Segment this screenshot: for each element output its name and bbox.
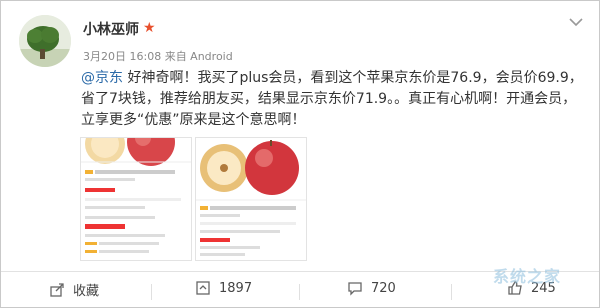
- repost-icon: [196, 281, 210, 295]
- favorite-button[interactable]: 收藏: [49, 280, 99, 299]
- apple-screenshot-2[interactable]: [195, 137, 307, 261]
- post-body: 好神奇啊！我买了plus会员，看到这个苹果京东价是76.9，会员价69.9，省了…: [81, 70, 583, 128]
- action-separator: [151, 284, 152, 300]
- apple-screenshot-1[interactable]: [80, 137, 192, 261]
- avatar[interactable]: [19, 15, 71, 67]
- favorite-label: 收藏: [73, 284, 100, 299]
- username[interactable]: 小林巫师: [83, 19, 139, 39]
- post-timestamp-source: 3月20日 16:08 来自 Android: [83, 50, 233, 63]
- repost-button[interactable]: 1897: [195, 280, 252, 296]
- post-text: @京东 好神奇啊！我买了plus会员，看到这个苹果京东价是76.9，会员价69.…: [81, 68, 586, 131]
- action-separator: [299, 284, 300, 300]
- weibo-post-card: 小林巫师 ★ 3月20日 16:08 来自 Android @京东 好神奇啊！我…: [0, 0, 600, 308]
- share-icon: [50, 282, 64, 297]
- action-separator: [451, 284, 452, 300]
- comment-button[interactable]: 720: [347, 280, 396, 296]
- repost-count: 1897: [219, 280, 253, 296]
- watermark: 系统之家: [493, 267, 562, 286]
- mention-link[interactable]: @京东: [81, 70, 123, 86]
- chevron-down-icon[interactable]: [567, 15, 585, 29]
- comment-icon: [348, 282, 362, 296]
- star-icon: ★: [143, 20, 156, 36]
- comment-count: 720: [371, 280, 396, 296]
